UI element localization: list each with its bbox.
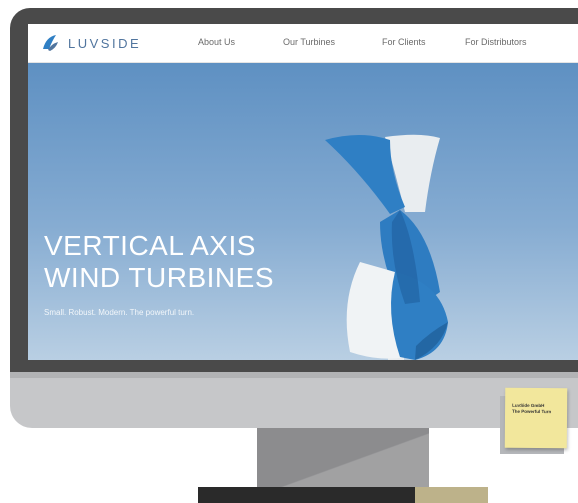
hero-title: VERTICAL AXIS WIND TURBINES: [44, 230, 274, 294]
monitor-chin: [10, 372, 578, 428]
website-screen: VERTICAL AXIS WIND TURBINES Small. Robus…: [28, 24, 578, 360]
site-logo[interactable]: LUVSIDE: [40, 33, 141, 53]
top-navbar: LUVSIDE About Us Our Turbines For Client…: [28, 24, 578, 63]
monitor-stand-base-highlight: [415, 487, 488, 503]
logo-text: LUVSIDE: [68, 35, 142, 51]
hero-subtitle: Small. Robust. Modern. The powerful turn…: [44, 308, 195, 317]
nav-about-us[interactable]: About Us: [198, 37, 235, 47]
sticky-note: LuvSide GmbH The Powerful Turn: [504, 387, 568, 449]
hero-banner: VERTICAL AXIS WIND TURBINES Small. Robus…: [28, 62, 578, 360]
hero-title-line-2: WIND TURBINES: [44, 262, 274, 293]
nav-for-clients[interactable]: For Clients: [382, 37, 426, 47]
logo-icon: [43, 35, 58, 51]
sticky-note-text: LuvSide GmbH The Powerful Turn: [512, 403, 551, 415]
wind-turbine-image: [325, 134, 448, 360]
hero-title-line-1: VERTICAL AXIS: [44, 230, 256, 261]
sticky-note-line-2: The Powerful Turn: [512, 408, 552, 415]
monitor-chin-shadow: [10, 372, 578, 378]
monitor-stand-highlight: [257, 428, 429, 488]
nav-for-distributors[interactable]: For Distributors: [465, 37, 527, 47]
nav-our-turbines[interactable]: Our Turbines: [283, 37, 335, 47]
